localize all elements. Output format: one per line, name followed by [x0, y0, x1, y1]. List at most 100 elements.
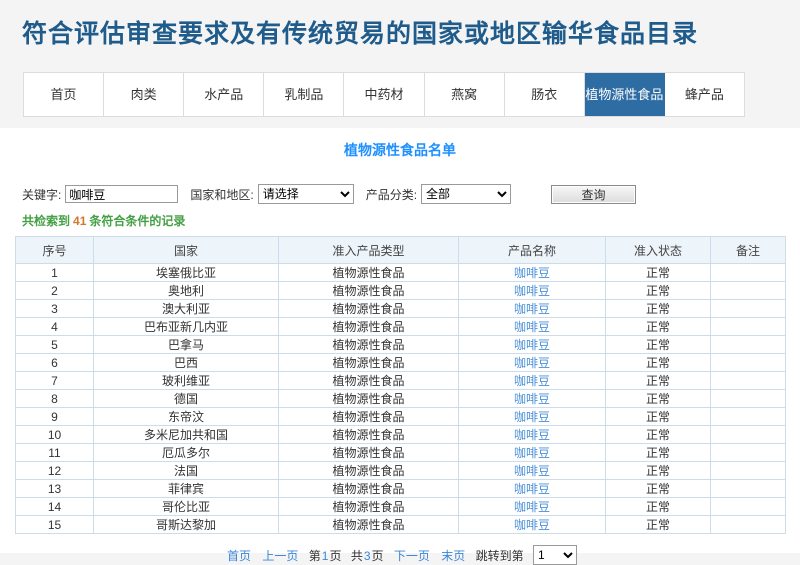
- product-link[interactable]: 咖啡豆: [514, 446, 550, 460]
- cell-product: 咖啡豆: [459, 498, 606, 516]
- cell-type: 植物源性食品: [279, 426, 459, 444]
- table-row: 14 哥伦比亚 植物源性食品 咖啡豆 正常: [16, 498, 786, 516]
- cell-status: 正常: [606, 480, 711, 498]
- cell-country: 澳大利亚: [94, 300, 279, 318]
- nav-tab[interactable]: 乳制品: [264, 73, 344, 116]
- nav-tab[interactable]: 肠衣: [505, 73, 585, 116]
- cell-status: 正常: [606, 390, 711, 408]
- cell-remark: [711, 282, 786, 300]
- country-select[interactable]: 请选择: [258, 184, 354, 204]
- cell-seq: 6: [16, 354, 94, 372]
- cell-type: 植物源性食品: [279, 444, 459, 462]
- cell-type: 植物源性食品: [279, 498, 459, 516]
- cell-country: 埃塞俄比亚: [94, 264, 279, 282]
- nav-tab[interactable]: 植物源性食品: [585, 73, 665, 116]
- cell-remark: [711, 408, 786, 426]
- cell-country: 厄瓜多尔: [94, 444, 279, 462]
- cell-seq: 11: [16, 444, 94, 462]
- list-title: 植物源性食品名单: [0, 128, 800, 160]
- query-button[interactable]: 查询: [551, 185, 636, 204]
- product-link[interactable]: 咖啡豆: [514, 320, 550, 334]
- table-row: 7 玻利维亚 植物源性食品 咖啡豆 正常: [16, 372, 786, 390]
- col-header-type: 准入产品类型: [279, 237, 459, 264]
- product-link[interactable]: 咖啡豆: [514, 302, 550, 316]
- table-row: 6 巴西 植物源性食品 咖啡豆 正常: [16, 354, 786, 372]
- cell-remark: [711, 462, 786, 480]
- prev-page-link[interactable]: 上一页: [262, 549, 298, 563]
- table-row: 2 奥地利 植物源性食品 咖啡豆 正常: [16, 282, 786, 300]
- cell-status: 正常: [606, 300, 711, 318]
- cell-product: 咖啡豆: [459, 354, 606, 372]
- country-label: 国家和地区:: [190, 186, 253, 203]
- result-table: 序号 国家 准入产品类型 产品名称 准入状态 备注 1 埃塞俄比亚 植物源性食品…: [15, 236, 786, 534]
- product-link[interactable]: 咖啡豆: [514, 374, 550, 388]
- product-link[interactable]: 咖啡豆: [514, 356, 550, 370]
- page-title: 符合评估审查要求及有传统贸易的国家或地区输华食品目录: [22, 14, 800, 50]
- keyword-label: 关键字:: [22, 186, 61, 203]
- last-page-link[interactable]: 末页: [441, 549, 465, 563]
- cell-seq: 10: [16, 426, 94, 444]
- cell-seq: 2: [16, 282, 94, 300]
- product-link[interactable]: 咖啡豆: [514, 284, 550, 298]
- result-summary: 共检索到41条符合条件的记录: [22, 212, 800, 229]
- product-link[interactable]: 咖啡豆: [514, 410, 550, 424]
- product-link[interactable]: 咖啡豆: [514, 500, 550, 514]
- jump-page-select[interactable]: 1: [533, 545, 577, 565]
- col-header-country: 国家: [94, 237, 279, 264]
- cell-seq: 14: [16, 498, 94, 516]
- cell-remark: [711, 390, 786, 408]
- main-navigation: 首页 肉类 水产品 乳制品 中药材 燕窝 肠衣 植物源性食品 蜂产品: [23, 72, 745, 117]
- cell-product: 咖啡豆: [459, 462, 606, 480]
- cell-type: 植物源性食品: [279, 318, 459, 336]
- keyword-input[interactable]: [65, 185, 178, 203]
- cell-remark: [711, 318, 786, 336]
- nav-tab[interactable]: 首页: [24, 73, 104, 116]
- product-link[interactable]: 咖啡豆: [514, 392, 550, 406]
- cell-status: 正常: [606, 462, 711, 480]
- product-link[interactable]: 咖啡豆: [514, 482, 550, 496]
- cell-type: 植物源性食品: [279, 390, 459, 408]
- next-page-link[interactable]: 下一页: [394, 549, 430, 563]
- cell-type: 植物源性食品: [279, 408, 459, 426]
- cell-status: 正常: [606, 354, 711, 372]
- nav-tab[interactable]: 肉类: [104, 73, 184, 116]
- table-row: 4 巴布亚新几内亚 植物源性食品 咖啡豆 正常: [16, 318, 786, 336]
- cell-remark: [711, 444, 786, 462]
- cell-product: 咖啡豆: [459, 336, 606, 354]
- cell-remark: [711, 480, 786, 498]
- product-link[interactable]: 咖啡豆: [514, 338, 550, 352]
- nav-tab[interactable]: 中药材: [344, 73, 424, 116]
- cell-product: 咖啡豆: [459, 516, 606, 534]
- cell-product: 咖啡豆: [459, 264, 606, 282]
- table-row: 9 东帝汶 植物源性食品 咖啡豆 正常: [16, 408, 786, 426]
- cell-status: 正常: [606, 318, 711, 336]
- category-select[interactable]: 全部: [421, 184, 511, 204]
- cell-seq: 13: [16, 480, 94, 498]
- cell-product: 咖啡豆: [459, 408, 606, 426]
- product-link[interactable]: 咖啡豆: [514, 266, 550, 280]
- product-link[interactable]: 咖啡豆: [514, 428, 550, 442]
- nav-tab[interactable]: 蜂产品: [665, 73, 744, 116]
- cell-remark: [711, 426, 786, 444]
- product-link[interactable]: 咖啡豆: [514, 518, 550, 532]
- cell-country: 奥地利: [94, 282, 279, 300]
- table-row: 5 巴拿马 植物源性食品 咖啡豆 正常: [16, 336, 786, 354]
- cell-type: 植物源性食品: [279, 264, 459, 282]
- cell-remark: [711, 300, 786, 318]
- cell-status: 正常: [606, 372, 711, 390]
- table-row: 1 埃塞俄比亚 植物源性食品 咖啡豆 正常: [16, 264, 786, 282]
- cell-type: 植物源性食品: [279, 372, 459, 390]
- cell-country: 菲律宾: [94, 480, 279, 498]
- cell-seq: 9: [16, 408, 94, 426]
- nav-tab[interactable]: 燕窝: [425, 73, 505, 116]
- cell-status: 正常: [606, 408, 711, 426]
- nav-tab[interactable]: 水产品: [184, 73, 264, 116]
- cell-remark: [711, 354, 786, 372]
- cell-product: 咖啡豆: [459, 444, 606, 462]
- cell-remark: [711, 498, 786, 516]
- product-link[interactable]: 咖啡豆: [514, 464, 550, 478]
- cell-status: 正常: [606, 264, 711, 282]
- cell-status: 正常: [606, 282, 711, 300]
- cell-status: 正常: [606, 444, 711, 462]
- first-page-link[interactable]: 首页: [227, 549, 251, 563]
